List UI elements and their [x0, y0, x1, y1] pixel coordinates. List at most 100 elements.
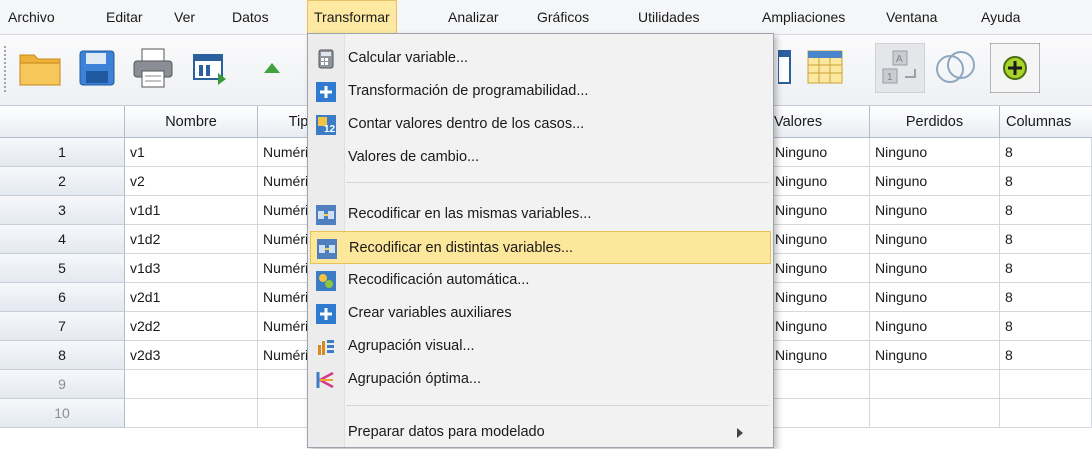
count-icon: 12: [316, 115, 336, 135]
cell-columnas[interactable]: 8: [1000, 196, 1092, 225]
cell-nombre[interactable]: v2: [125, 167, 258, 196]
use-variable-sets-icon[interactable]: [930, 43, 980, 93]
menu-ampliaciones[interactable]: Ampliaciones: [756, 0, 851, 34]
undo-icon[interactable]: [240, 43, 290, 93]
cell-columnas[interactable]: 8: [1000, 225, 1092, 254]
row-number[interactable]: 5: [0, 254, 125, 283]
cell-columnas[interactable]: 8: [1000, 254, 1092, 283]
menu-item-label: Contar valores dentro de los casos...: [348, 116, 585, 132]
cell-valores[interactable]: [770, 370, 870, 399]
menu-datos[interactable]: Datos: [226, 0, 275, 34]
cell-valores[interactable]: Ninguno: [770, 138, 870, 167]
menu-item-preparar-datos[interactable]: Preparar datos para modelado: [310, 416, 771, 449]
cell-nombre[interactable]: [125, 399, 258, 428]
menu-item-label: Recodificación automática...: [348, 272, 530, 288]
row-number[interactable]: 2: [0, 167, 125, 196]
split-file-icon[interactable]: [806, 43, 856, 93]
plus-icon: [316, 304, 336, 324]
open-folder-icon[interactable]: [16, 43, 66, 93]
column-header-valores[interactable]: Valores: [770, 106, 870, 138]
cell-columnas[interactable]: 8: [1000, 138, 1092, 167]
cell-valores[interactable]: Ninguno: [770, 254, 870, 283]
cell-columnas[interactable]: 8: [1000, 283, 1092, 312]
cell-valores[interactable]: Ninguno: [770, 167, 870, 196]
menu-ver[interactable]: Ver: [168, 0, 201, 34]
column-header-nombre[interactable]: Nombre: [125, 106, 258, 138]
value-labels-icon[interactable]: A 1: [874, 42, 926, 94]
cell-nombre[interactable]: v2d2: [125, 312, 258, 341]
menu-item-label: Recodificar en distintas variables...: [349, 240, 574, 256]
cell-valores[interactable]: [770, 399, 870, 428]
row-number[interactable]: 3: [0, 196, 125, 225]
submenu-arrow-icon: [737, 428, 743, 438]
cell-valores[interactable]: Ninguno: [770, 225, 870, 254]
cell-nombre[interactable]: v2d1: [125, 283, 258, 312]
cell-nombre[interactable]: v1: [125, 138, 258, 167]
toolbar-grip[interactable]: [3, 45, 7, 93]
cell-columnas[interactable]: [1000, 370, 1092, 399]
cell-perdidos[interactable]: Ninguno: [870, 225, 1000, 254]
menu-item-label: Agrupación óptima...: [348, 371, 481, 387]
menu-transformar[interactable]: Transformar: [307, 0, 397, 34]
row-number[interactable]: 8: [0, 341, 125, 370]
menu-item-label: Preparar datos para modelado: [348, 424, 545, 440]
menu-utilidades[interactable]: Utilidades: [632, 0, 705, 34]
row-number[interactable]: 9: [0, 370, 125, 399]
menu-ventana[interactable]: Ventana: [880, 0, 943, 34]
cell-columnas[interactable]: [1000, 399, 1092, 428]
cell-nombre[interactable]: v1d3: [125, 254, 258, 283]
menu-item-recodificar-distintas[interactable]: Recodificar en distintas variables...: [310, 231, 771, 264]
menu-item-transformacion-programabilidad[interactable]: Transformación de programabilidad...: [310, 75, 771, 108]
cell-nombre[interactable]: [125, 370, 258, 399]
recode-different-icon: [317, 239, 337, 259]
cell-valores[interactable]: Ninguno: [770, 196, 870, 225]
row-number[interactable]: 7: [0, 312, 125, 341]
recall-dialog-icon[interactable]: [184, 43, 234, 93]
column-header-columnas[interactable]: Columnas: [1000, 106, 1092, 138]
menu-item-valores-de-cambio[interactable]: Valores de cambio...: [310, 141, 771, 174]
cell-nombre[interactable]: v2d3: [125, 341, 258, 370]
cell-columnas[interactable]: 8: [1000, 167, 1092, 196]
menu-editar[interactable]: Editar: [100, 0, 149, 34]
cell-valores[interactable]: Ninguno: [770, 312, 870, 341]
save-icon[interactable]: [72, 43, 122, 93]
add-icon[interactable]: [989, 42, 1041, 94]
cell-perdidos[interactable]: Ninguno: [870, 312, 1000, 341]
menu-item-agrupacion-optima[interactable]: Agrupación óptima...: [310, 363, 771, 396]
cell-columnas[interactable]: 8: [1000, 312, 1092, 341]
menu-graficos[interactable]: Gráficos: [531, 0, 595, 34]
cell-columnas[interactable]: 8: [1000, 341, 1092, 370]
cell-perdidos[interactable]: Ninguno: [870, 341, 1000, 370]
menu-separator: [346, 182, 769, 183]
cell-perdidos[interactable]: Ninguno: [870, 167, 1000, 196]
row-number[interactable]: 6: [0, 283, 125, 312]
cell-perdidos[interactable]: Ninguno: [870, 254, 1000, 283]
menu-item-recodificar-mismas[interactable]: Recodificar en las mismas variables...: [310, 198, 771, 231]
cell-nombre[interactable]: v1d1: [125, 196, 258, 225]
plus-icon: [316, 82, 336, 102]
row-number[interactable]: 4: [0, 225, 125, 254]
menu-item-agrupacion-visual[interactable]: Agrupación visual...: [310, 330, 771, 363]
print-icon[interactable]: [128, 43, 178, 93]
corner-header[interactable]: [0, 106, 125, 138]
row-number[interactable]: 1: [0, 138, 125, 167]
svg-text:A: A: [896, 54, 903, 65]
menu-archivo[interactable]: Archivo: [2, 0, 61, 34]
menu-item-recodificacion-automatica[interactable]: Recodificación automática...: [310, 264, 771, 297]
column-header-perdidos[interactable]: Perdidos: [870, 106, 1000, 138]
cell-perdidos[interactable]: Ninguno: [870, 196, 1000, 225]
cell-perdidos[interactable]: Ninguno: [870, 283, 1000, 312]
cell-valores[interactable]: Ninguno: [770, 283, 870, 312]
menu-item-contar-valores[interactable]: 12 Contar valores dentro de los casos...: [310, 108, 771, 141]
cell-nombre[interactable]: v1d2: [125, 225, 258, 254]
menu-bar: Archivo Editar Ver Datos Transformar Ana…: [0, 0, 1092, 35]
cell-valores[interactable]: Ninguno: [770, 341, 870, 370]
menu-item-crear-variables-auxiliares[interactable]: Crear variables auxiliares: [310, 297, 771, 330]
menu-analizar[interactable]: Analizar: [442, 0, 505, 34]
cell-perdidos[interactable]: [870, 370, 1000, 399]
row-number[interactable]: 10: [0, 399, 125, 428]
cell-perdidos[interactable]: Ninguno: [870, 138, 1000, 167]
cell-perdidos[interactable]: [870, 399, 1000, 428]
menu-item-calcular-variable[interactable]: Calcular variable...: [310, 42, 771, 75]
menu-ayuda[interactable]: Ayuda: [975, 0, 1026, 34]
